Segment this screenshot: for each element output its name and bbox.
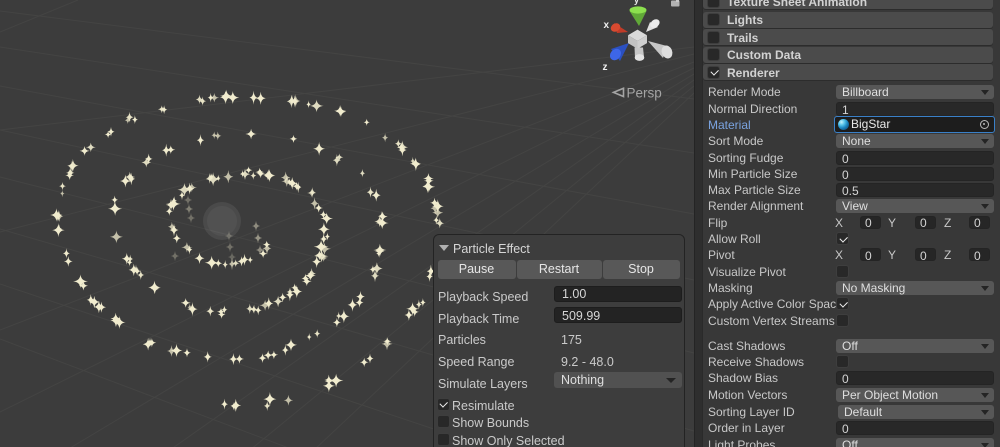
svg-text:z: z [603,62,608,73]
svg-text:Persp: Persp [627,86,662,101]
svg-text:y: y [634,0,639,5]
svg-text:x: x [604,20,610,31]
